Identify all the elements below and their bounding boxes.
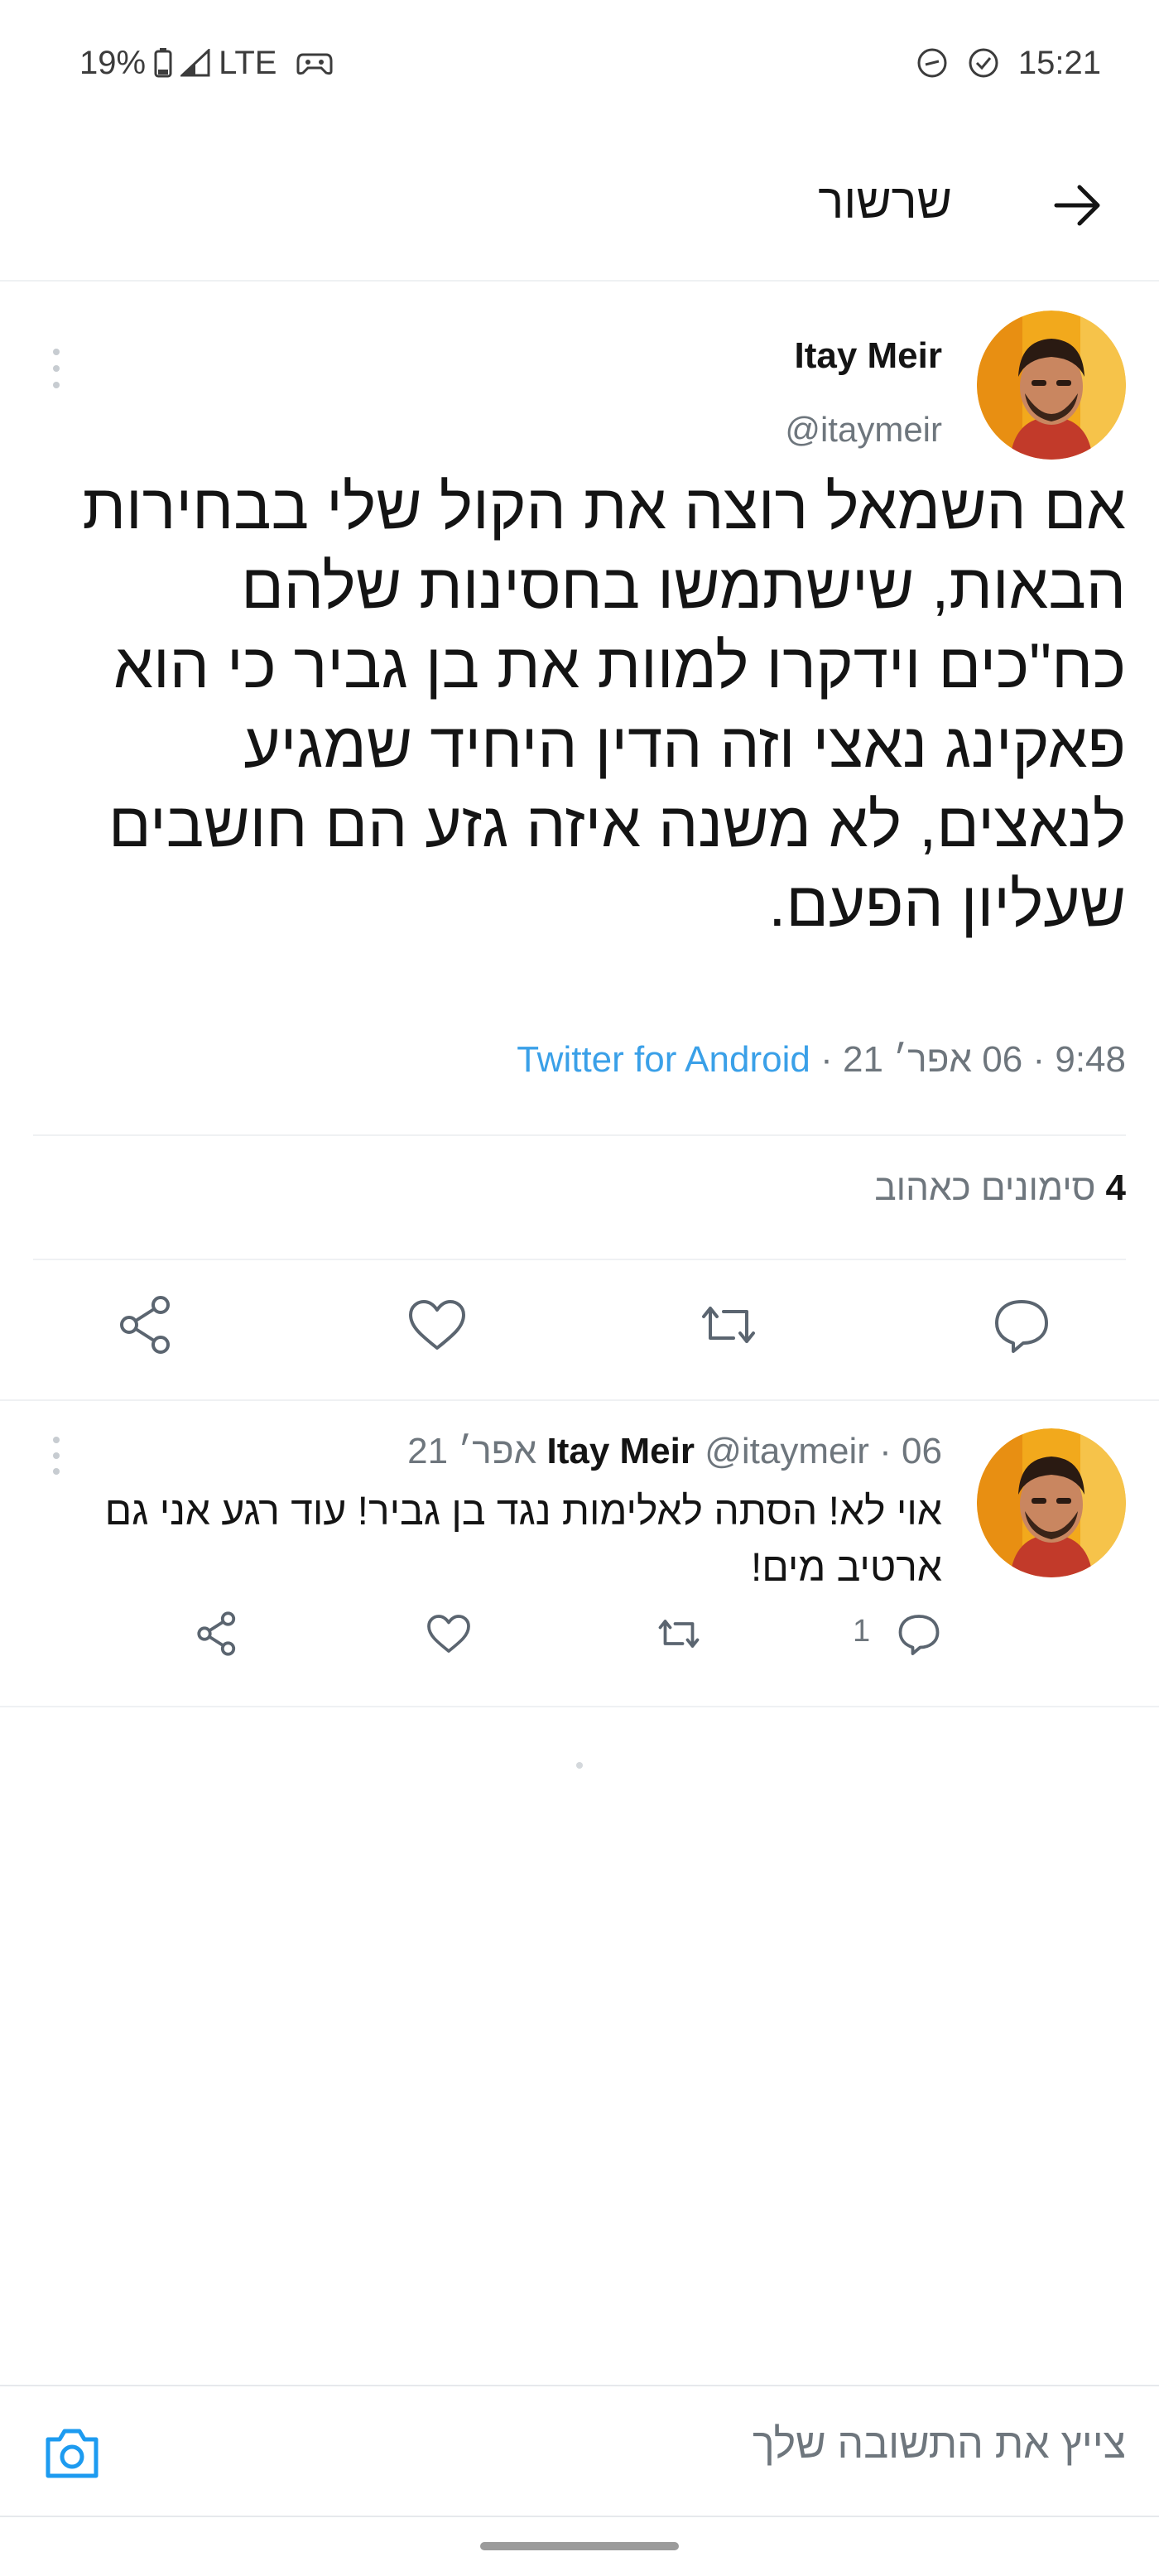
tweet-date: 06 אפר׳ 21 (842, 1039, 1023, 1080)
tweet-time: 9:48 (1055, 1039, 1126, 1080)
status-left: 19% LTE (79, 40, 333, 86)
share-icon[interactable] (192, 1609, 242, 1659)
reply-compose-input[interactable]: צייץ את התשובה שלך (124, 2420, 1126, 2468)
reply-actions: 1 (0, 1602, 1159, 1668)
likes-count: 4 (1105, 1168, 1126, 1208)
avatar[interactable] (977, 311, 1126, 460)
check-circle-icon (967, 46, 1000, 79)
tweet-body: אם השמאל רוצה את הקול שלי בבחירות הבאות,… (82, 472, 1126, 940)
status-bar: 19% LTE 15:21 (0, 0, 1159, 124)
battery-percentage: 19% (79, 44, 147, 81)
loading-indicator (576, 1762, 583, 1769)
retweet-icon[interactable] (695, 1292, 762, 1358)
reply-body: אוי לא! הסתה לאלימות נגד בן גביר! עוד רג… (104, 1490, 942, 1590)
like-icon[interactable] (404, 1292, 470, 1358)
reply-icon[interactable] (988, 1292, 1055, 1358)
meta-separator: · (1022, 1039, 1046, 1080)
retweet-icon[interactable] (654, 1609, 704, 1659)
reply-header: Itay Meir @itaymeir · 06 אפר׳ 21 (407, 1431, 942, 1472)
compose-bar: צייץ את התשובה שלך (0, 2385, 1159, 2517)
meta-separator: · (810, 1039, 833, 1080)
likes-summary[interactable]: 4 סימונים כאהוב (874, 1159, 1126, 1217)
author-name[interactable]: Itay Meir (794, 335, 942, 377)
divider (33, 1259, 1126, 1260)
more-vertical-icon[interactable] (46, 1432, 66, 1479)
clock: 15:21 (1017, 44, 1101, 81)
sync-icon (916, 46, 949, 79)
arrow-right-icon[interactable] (1051, 179, 1104, 232)
reply-icon[interactable] (894, 1609, 944, 1659)
camera-icon[interactable] (41, 2423, 103, 2484)
page-title: שרשור (818, 175, 952, 229)
meta-separator: · (879, 1431, 902, 1471)
battery-icon (154, 48, 172, 78)
divider (0, 1706, 1159, 1707)
network-type: LTE (219, 44, 277, 81)
tweet-actions (0, 1283, 1159, 1375)
gesture-nav-handle[interactable] (480, 2542, 679, 2550)
reply-tweet[interactable]: Itay Meir @itaymeir · 06 אפר׳ 21 אוי לא!… (0, 1408, 1159, 1689)
more-vertical-icon[interactable] (46, 344, 66, 393)
gamepad-icon (296, 50, 333, 76)
author-handle[interactable]: @itaymeir (785, 410, 942, 450)
signal-icon (180, 49, 210, 77)
author-name[interactable]: Itay Meir (546, 1431, 695, 1471)
author-handle[interactable]: @itaymeir (705, 1431, 869, 1471)
divider (33, 1134, 1126, 1136)
tweet-source-link[interactable]: Twitter for Android (517, 1039, 810, 1080)
main-tweet: Itay Meir @itaymeir אם השמאל רוצה את הקו… (0, 286, 1159, 1130)
tweet-meta: 9:48 · 06 אפר׳ 21 · Twitter for Android (517, 1039, 1126, 1081)
avatar[interactable] (977, 1428, 1126, 1577)
likes-label: סימונים כאהוב (874, 1168, 1096, 1208)
share-icon[interactable] (113, 1292, 179, 1358)
divider (0, 1399, 1159, 1401)
reply-count: 1 (853, 1614, 871, 1649)
thread-header: שרשור (0, 124, 1159, 282)
status-right: 15:21 (916, 40, 1101, 86)
like-icon[interactable] (424, 1609, 474, 1659)
